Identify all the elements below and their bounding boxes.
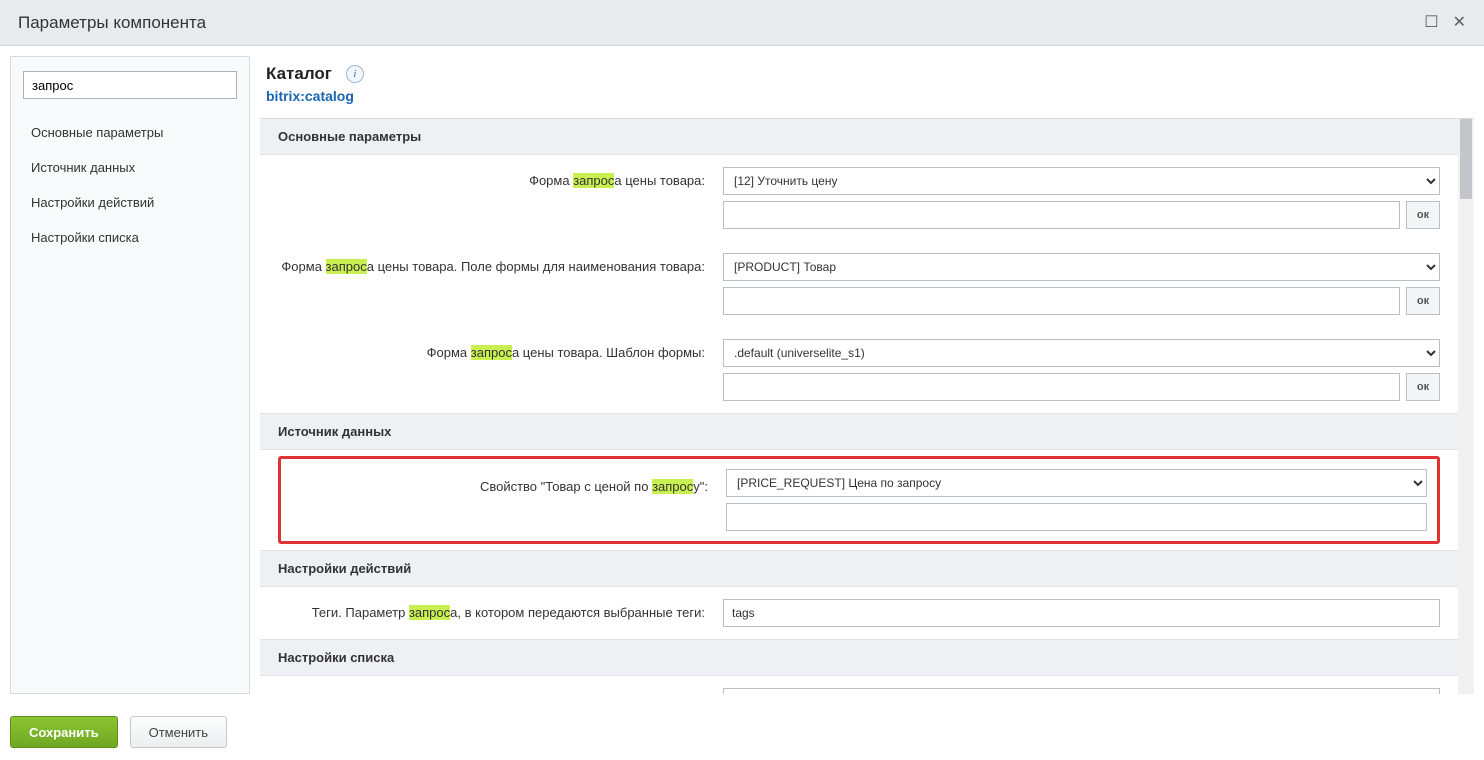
main-panel: Каталог i bitrix:catalog Основные параме… [260,56,1474,694]
param-control: [PRODUCT] Товар ок [723,253,1440,315]
quick-view-button-text-input[interactable] [723,688,1440,694]
param-label: Форма запроса цены товара. Шаблон формы: [278,339,723,360]
dialog-content: Основные параметры Источник данных Настр… [0,46,1484,704]
component-title: Каталог [266,64,332,84]
param-row-form-price: Форма запроса цены товара: [12] Уточнить… [260,155,1458,241]
form-product-field-select[interactable]: [PRODUCT] Товар [723,253,1440,281]
cancel-button[interactable]: Отменить [130,716,227,748]
section-header-list-settings: Настройки списка [260,639,1458,676]
section-header-main: Основные параметры [260,119,1458,155]
tags-param-input[interactable] [723,599,1440,627]
form-price-input[interactable] [723,201,1400,229]
close-icon[interactable]: ✕ [1453,15,1466,31]
param-control: [PRICE_REQUEST] Цена по запросу [726,469,1437,531]
scrollbar-thumb[interactable] [1460,119,1472,199]
highlight: запрос [471,345,512,360]
form-price-select[interactable]: [12] Уточнить цену [723,167,1440,195]
param-label: Быстрый просмотр. Текст кнопки "Цена по … [278,688,723,694]
param-label: Форма запроса цены товара: [278,167,723,188]
param-row-form-product-field: Форма запроса цены товара. Поле формы дл… [260,241,1458,327]
param-control [723,688,1440,694]
price-request-property-select[interactable]: [PRICE_REQUEST] Цена по запросу [726,469,1427,497]
price-request-property-input[interactable] [726,503,1427,531]
ok-button[interactable]: ок [1406,287,1440,315]
window-title: Параметры компонента [18,13,1424,33]
sidebar-item-list-settings[interactable]: Настройки списка [17,220,243,255]
window-controls: ☐ ✕ [1424,15,1466,31]
sidebar-nav: Основные параметры Источник данных Настр… [11,115,249,255]
form-product-field-input[interactable] [723,287,1400,315]
param-control [723,599,1440,627]
section-header-action-settings: Настройки действий [260,550,1458,587]
sidebar-item-main-params[interactable]: Основные параметры [17,115,243,150]
form-template-input[interactable] [723,373,1400,401]
component-code: bitrix:catalog [266,88,1474,104]
param-row-form-template: Форма запроса цены товара. Шаблон формы:… [260,327,1458,413]
param-label: Теги. Параметр запроса, в котором переда… [278,599,723,620]
search-input[interactable] [23,71,237,99]
form-template-select[interactable]: .default (universelite_s1) [723,339,1440,367]
ok-button[interactable]: ок [1406,373,1440,401]
highlight: запрос [409,605,450,620]
titlebar: Параметры компонента ☐ ✕ [0,0,1484,46]
section-header-data-source: Источник данных [260,413,1458,450]
param-row-quick-view-button-text: Быстрый просмотр. Текст кнопки "Цена по … [260,676,1458,694]
maximize-icon[interactable]: ☐ [1424,15,1438,31]
highlight: запрос [573,173,614,188]
highlight: запрос [652,479,693,494]
highlighted-param-box: Свойство "Товар с ценой по запросу": [PR… [278,456,1440,544]
param-control: .default (universelite_s1) ок [723,339,1440,401]
search-wrap [11,57,249,115]
scrollbar-track[interactable] [1458,119,1474,694]
highlight: запрос [326,259,367,274]
info-icon[interactable]: i [346,65,364,83]
sidebar: Основные параметры Источник данных Настр… [10,56,250,694]
params-scroll: Основные параметры Форма запроса цены то… [260,118,1474,694]
ok-button[interactable]: ок [1406,201,1440,229]
sidebar-item-data-source[interactable]: Источник данных [17,150,243,185]
dialog-footer: Сохранить Отменить [0,704,1484,760]
sidebar-item-action-settings[interactable]: Настройки действий [17,185,243,220]
param-row-tags-param: Теги. Параметр запроса, в котором переда… [260,587,1458,639]
param-label: Форма запроса цены товара. Поле формы дл… [278,253,723,274]
param-control: [12] Уточнить цену ок [723,167,1440,229]
param-label: Свойство "Товар с ценой по запросу": [281,469,726,531]
save-button[interactable]: Сохранить [10,716,118,748]
component-header: Каталог i bitrix:catalog [260,56,1474,118]
dialog-window: Параметры компонента ☐ ✕ Основные параме… [0,0,1484,760]
